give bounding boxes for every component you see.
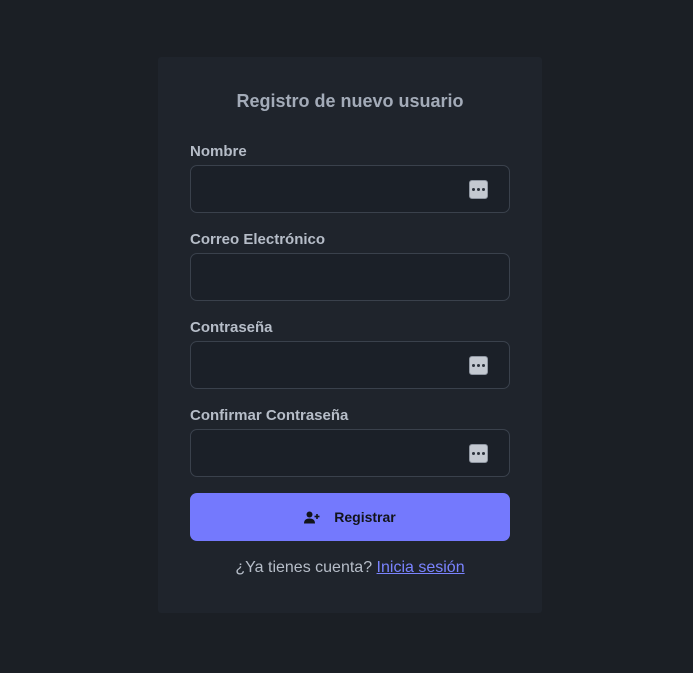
email-field-container — [190, 253, 510, 301]
login-prompt-text: ¿Ya tienes cuenta? — [235, 559, 373, 576]
register-card: Registro de nuevo usuario Nombre Correo … — [158, 57, 542, 613]
register-button-label: Registrar — [334, 509, 396, 525]
user-plus-icon — [304, 511, 320, 523]
login-prompt: ¿Ya tienes cuenta? Inicia sesión — [158, 559, 542, 577]
confirm-password-label: Confirmar Contraseña — [190, 407, 349, 424]
register-button[interactable]: Registrar — [190, 493, 510, 541]
password-input[interactable] — [191, 342, 509, 388]
name-field-container — [190, 165, 510, 213]
name-label: Nombre — [190, 143, 247, 160]
email-label: Correo Electrónico — [190, 231, 326, 248]
login-link[interactable]: Inicia sesión — [377, 559, 465, 576]
email-input[interactable] — [191, 254, 509, 300]
autofill-menu-icon[interactable] — [469, 356, 488, 375]
autofill-menu-icon[interactable] — [469, 444, 488, 463]
password-field-container — [190, 341, 510, 389]
confirm-password-field-container — [190, 429, 510, 477]
name-input[interactable] — [191, 166, 509, 212]
form-title: Registro de nuevo usuario — [236, 91, 464, 111]
confirm-password-input[interactable] — [191, 430, 509, 476]
autofill-menu-icon[interactable] — [469, 180, 488, 199]
password-label: Contraseña — [190, 319, 273, 336]
